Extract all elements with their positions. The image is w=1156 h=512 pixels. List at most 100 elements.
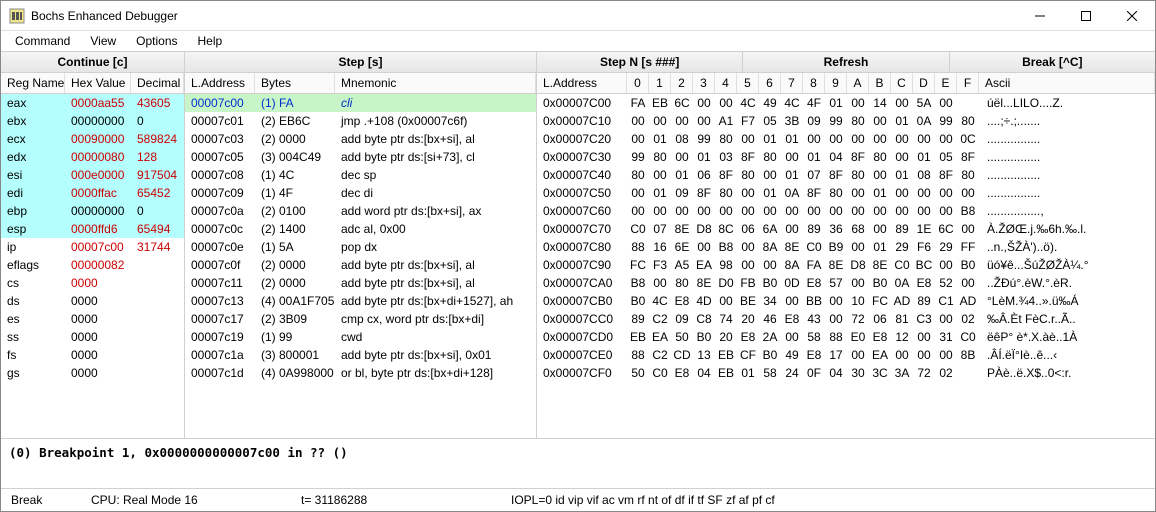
console-output[interactable]: (0) Breakpoint 1, 0x0000000000007c00 in … — [1, 439, 1155, 489]
register-row[interactable]: gs0000 — [1, 364, 184, 382]
dis-header-bytes[interactable]: Bytes — [255, 73, 335, 93]
disasm-row[interactable]: 00007c01(2) EB6Cjmp .+108 (0x00007c6f) — [185, 112, 536, 130]
register-row[interactable]: ss0000 — [1, 328, 184, 346]
disasm-body[interactable]: 00007c00(1) FAcli00007c01(2) EB6Cjmp .+1… — [185, 94, 536, 438]
mem-header-hex[interactable]: D — [913, 73, 935, 93]
dis-header-mnem[interactable]: Mnemonic — [335, 73, 536, 93]
mem-byte: 00 — [913, 330, 935, 344]
mem-header-hex[interactable]: 9 — [825, 73, 847, 93]
memory-row[interactable]: 0x00007C3099800001038F800001048F80000105… — [537, 148, 1155, 166]
mem-header-hex[interactable]: 4 — [715, 73, 737, 93]
mem-header-hex[interactable]: F — [957, 73, 979, 93]
disasm-row[interactable]: 00007c05(3) 004C49add byte ptr ds:[si+73… — [185, 148, 536, 166]
register-row[interactable]: eflags00000082 — [1, 256, 184, 274]
step-n-button[interactable]: Step N [s ###] — [537, 52, 743, 72]
disasm-row[interactable]: 00007c1a(3) 800001add byte ptr ds:[bx+si… — [185, 346, 536, 364]
close-button[interactable] — [1109, 1, 1155, 30]
reg-header-hex[interactable]: Hex Value — [65, 73, 131, 93]
mem-byte: 49 — [781, 348, 803, 362]
register-row[interactable]: ip00007c0031744 — [1, 238, 184, 256]
dis-header-addr[interactable]: L.Address — [185, 73, 255, 93]
memory-row[interactable]: 0x00007C20000108998000010100000000000000… — [537, 130, 1155, 148]
mem-header-hex[interactable]: 3 — [693, 73, 715, 93]
memory-row[interactable]: 0x00007C90FCF3A5EA9800008AFA8ED88EC0BC00… — [537, 256, 1155, 274]
memory-row[interactable]: 0x00007C8088166E00B8008A8EC0B9000129F629… — [537, 238, 1155, 256]
break-button[interactable]: Break [^C] — [950, 52, 1155, 72]
disasm-row[interactable]: 00007c0f(2) 0000add byte ptr ds:[bx+si],… — [185, 256, 536, 274]
mem-header-hex[interactable]: A — [847, 73, 869, 93]
memory-row[interactable]: 0x00007CC089C209C8742046E84300720681C300… — [537, 310, 1155, 328]
memory-row[interactable]: 0x00007CE088C2CD13EBCFB049E81700EA000000… — [537, 346, 1155, 364]
reg-name: ss — [1, 330, 65, 344]
memory-row[interactable]: 0x00007CB0B04CE84D00BE3400BB0010FCAD89C1… — [537, 292, 1155, 310]
refresh-button[interactable]: Refresh — [743, 52, 949, 72]
memory-row[interactable]: 0x00007CD0EBEA50B020E82A005888E0E8120031… — [537, 328, 1155, 346]
register-row[interactable]: edi0000ffac65452 — [1, 184, 184, 202]
disasm-row[interactable]: 00007c09(1) 4Fdec di — [185, 184, 536, 202]
mem-byte: 00 — [715, 204, 737, 218]
register-row[interactable]: es0000 — [1, 310, 184, 328]
mem-byte: 01 — [671, 168, 693, 182]
mem-byte: 00 — [627, 204, 649, 218]
mem-byte: 81 — [891, 312, 913, 326]
mem-header-hex[interactable]: E — [935, 73, 957, 93]
register-row[interactable]: esi000e0000917504 — [1, 166, 184, 184]
mem-header-hex[interactable]: 6 — [759, 73, 781, 93]
mem-header-hex[interactable]: 0 — [627, 73, 649, 93]
disasm-row[interactable]: 00007c0e(1) 5Apop dx — [185, 238, 536, 256]
memory-row[interactable]: 0x00007CA0B800808ED0FBB00DE85700B00AE852… — [537, 274, 1155, 292]
memory-row[interactable]: 0x00007C70C0078ED88C066A0089366800891E6C… — [537, 220, 1155, 238]
register-row[interactable]: eax0000aa5543605 — [1, 94, 184, 112]
disasm-row[interactable]: 00007c00(1) FAcli — [185, 94, 536, 112]
registers-body[interactable]: eax0000aa5543605ebx000000000ecx000900005… — [1, 94, 184, 438]
memory-row[interactable]: 0x00007C60000000000000000000000000000000… — [537, 202, 1155, 220]
disasm-row[interactable]: 00007c0a(2) 0100add word ptr ds:[bx+si],… — [185, 202, 536, 220]
disasm-row[interactable]: 00007c11(2) 0000add byte ptr ds:[bx+si],… — [185, 274, 536, 292]
disasm-row[interactable]: 00007c08(1) 4Cdec sp — [185, 166, 536, 184]
maximize-button[interactable] — [1063, 1, 1109, 30]
memory-row[interactable]: 0x00007C00FAEB6C00004C494C4F010014005A00… — [537, 94, 1155, 112]
mem-header-hex[interactable]: 7 — [781, 73, 803, 93]
register-row[interactable]: cs0000 — [1, 274, 184, 292]
disasm-row[interactable]: 00007c1d(4) 0A998000or bl, byte ptr ds:[… — [185, 364, 536, 382]
mem-header-hex[interactable]: C — [891, 73, 913, 93]
disasm-row[interactable]: 00007c03(2) 0000add byte ptr ds:[bx+si],… — [185, 130, 536, 148]
menu-command[interactable]: Command — [5, 32, 80, 50]
register-row[interactable]: fs0000 — [1, 346, 184, 364]
disasm-row[interactable]: 00007c13(4) 00A1F705add byte ptr ds:[bx+… — [185, 292, 536, 310]
mem-header-ascii[interactable]: Ascii — [979, 73, 1155, 93]
mem-header-hex[interactable]: 8 — [803, 73, 825, 93]
menu-help[interactable]: Help — [188, 32, 233, 50]
register-row[interactable]: ebx000000000 — [1, 112, 184, 130]
mem-header-addr[interactable]: L.Address — [537, 73, 627, 93]
step-button[interactable]: Step [s] — [185, 52, 537, 72]
mem-header-hex[interactable]: 1 — [649, 73, 671, 93]
register-row[interactable]: ebp000000000 — [1, 202, 184, 220]
mem-byte: 8E — [781, 240, 803, 254]
memory-row[interactable]: 0x00007C500001098F8000010A8F800001000000… — [537, 184, 1155, 202]
memory-body[interactable]: 0x00007C00FAEB6C00004C494C4F010014005A00… — [537, 94, 1155, 438]
mem-header-hex[interactable]: 2 — [671, 73, 693, 93]
register-row[interactable]: edx00000080128 — [1, 148, 184, 166]
mem-addr: 0x00007CE0 — [537, 348, 627, 362]
mem-byte: 88 — [627, 240, 649, 254]
mem-byte: 00 — [627, 132, 649, 146]
disasm-row[interactable]: 00007c17(2) 3B09cmp cx, word ptr ds:[bx+… — [185, 310, 536, 328]
minimize-button[interactable] — [1017, 1, 1063, 30]
menu-view[interactable]: View — [80, 32, 126, 50]
reg-header-name[interactable]: Reg Name — [1, 73, 65, 93]
register-row[interactable]: ds0000 — [1, 292, 184, 310]
register-row[interactable]: ecx00090000589824 — [1, 130, 184, 148]
disasm-row[interactable]: 00007c19(1) 99cwd — [185, 328, 536, 346]
register-row[interactable]: esp0000ffd665494 — [1, 220, 184, 238]
continue-button[interactable]: Continue [c] — [1, 52, 185, 72]
memory-row[interactable]: 0x00007C40800001068F800001078F800001088F… — [537, 166, 1155, 184]
mem-byte: 01 — [759, 186, 781, 200]
disasm-row[interactable]: 00007c0c(2) 1400adc al, 0x00 — [185, 220, 536, 238]
mem-header-hex[interactable]: B — [869, 73, 891, 93]
mem-header-hex[interactable]: 5 — [737, 73, 759, 93]
memory-row[interactable]: 0x00007CF050C0E804EB0158240F04303C3A7202… — [537, 364, 1155, 382]
menu-options[interactable]: Options — [126, 32, 187, 50]
memory-row[interactable]: 0x00007C1000000000A1F7053B09998000010A99… — [537, 112, 1155, 130]
reg-header-dec[interactable]: Decimal — [131, 73, 184, 93]
